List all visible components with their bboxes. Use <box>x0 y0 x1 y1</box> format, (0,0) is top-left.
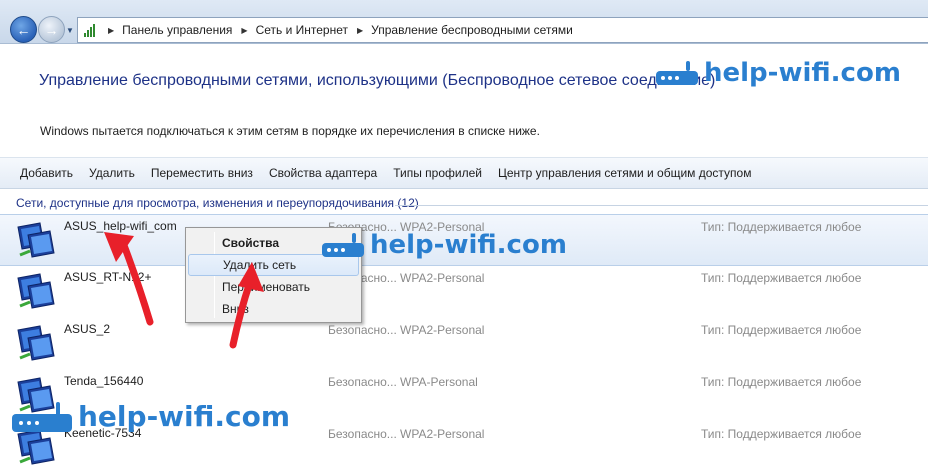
network-encryption: WPA2-Personal <box>400 427 485 441</box>
adapter-properties-button[interactable]: Свойства адаптера <box>261 161 385 185</box>
chevron-right-icon: ▶ <box>356 25 364 35</box>
watermark-bottom: help-wifi.com <box>12 400 290 433</box>
breadcrumb-label: Управление беспроводными сетями <box>371 23 573 37</box>
network-name: ASUS_2 <box>64 322 111 336</box>
breadcrumb-item[interactable]: Панель управления ▶ <box>122 23 255 37</box>
watermark-text: help-wifi.com <box>704 58 901 88</box>
forward-button[interactable]: → <box>38 16 65 43</box>
network-security: Безопасно... <box>328 375 397 389</box>
profile-types-button[interactable]: Типы профилей <box>385 161 490 185</box>
wireless-network-icon <box>17 325 55 361</box>
toolbar: Добавить Удалить Переместить вниз Свойст… <box>0 157 928 189</box>
wireless-network-icon <box>17 429 55 465</box>
network-type: Тип: Поддерживается любое <box>701 220 862 234</box>
network-name: ASUS_help-wifi_com <box>64 219 177 233</box>
breadcrumb-label: Сеть и Интернет <box>255 23 348 37</box>
network-encryption: WPA2-Personal <box>400 323 485 337</box>
watermark-top: help-wifi.com <box>656 58 901 88</box>
watermark-text: help-wifi.com <box>78 400 291 433</box>
menu-item-rename[interactable]: Переименовать <box>188 276 359 298</box>
group-divider <box>395 205 928 206</box>
control-panel-icon <box>84 23 98 37</box>
network-type: Тип: Поддерживается любое <box>701 427 862 441</box>
recent-pages-dropdown[interactable]: ▼ <box>66 26 74 35</box>
remove-button[interactable]: Удалить <box>81 161 143 185</box>
wireless-network-icon <box>17 222 55 258</box>
wireless-network-icon <box>17 273 55 309</box>
breadcrumb-label: Панель управления <box>122 23 233 37</box>
breadcrumb[interactable]: ▶ Панель управления ▶ Сеть и Интернет ▶ Уп… <box>77 17 928 43</box>
chevron-right-icon: ▶ <box>241 25 248 35</box>
page-title: Управление беспроводными сетями, использ… <box>39 72 716 89</box>
network-row[interactable]: ASUS_2 Безопасно... WPA2-Personal Тип: П… <box>0 318 928 370</box>
network-encryption: WPA2-Personal <box>400 271 485 285</box>
router-icon <box>12 401 72 432</box>
group-header[interactable]: Сети, доступные для просмотра, изменения… <box>16 196 419 210</box>
watermark-text: help-wifi.com <box>370 230 567 260</box>
network-name: ASUS_RT-N12+ <box>64 270 152 284</box>
network-encryption: WPA-Personal <box>400 375 478 389</box>
chevron-right-icon: ▶ <box>108 25 115 35</box>
router-icon <box>322 233 364 257</box>
router-icon <box>656 61 698 85</box>
network-row[interactable]: ASUS_RT-N12+ Безопасно... WPA2-Personal … <box>0 266 928 318</box>
add-button[interactable]: Добавить <box>12 161 81 185</box>
network-security: Безопасно... <box>328 427 397 441</box>
page-description: Windows пытается подключаться к этим сет… <box>40 124 540 138</box>
breadcrumb-item[interactable]: Сеть и Интернет ▶ <box>256 23 372 37</box>
breadcrumb-item[interactable]: Управление беспроводными сетями <box>371 23 573 37</box>
move-down-button[interactable]: Переместить вниз <box>143 161 261 185</box>
arrow-left-icon: ← <box>16 21 31 38</box>
network-name: Tenda_156440 <box>64 374 144 388</box>
breadcrumb-root-chevron[interactable]: ▶ <box>108 26 122 35</box>
menu-item-move-down[interactable]: Вниз <box>188 298 359 320</box>
network-center-button[interactable]: Центр управления сетями и общим доступом <box>490 161 760 185</box>
network-type: Тип: Поддерживается любое <box>701 323 862 337</box>
address-bar: ← → ▼ ▶ Панель управления ▶ Сеть и Интерн… <box>0 0 928 44</box>
network-security: Безопасно... <box>328 323 397 337</box>
watermark-middle: help-wifi.com <box>322 230 567 260</box>
arrow-right-icon: → <box>44 21 59 38</box>
back-button[interactable]: ← <box>10 16 37 43</box>
network-type: Тип: Поддерживается любое <box>701 271 862 285</box>
network-type: Тип: Поддерживается любое <box>701 375 862 389</box>
